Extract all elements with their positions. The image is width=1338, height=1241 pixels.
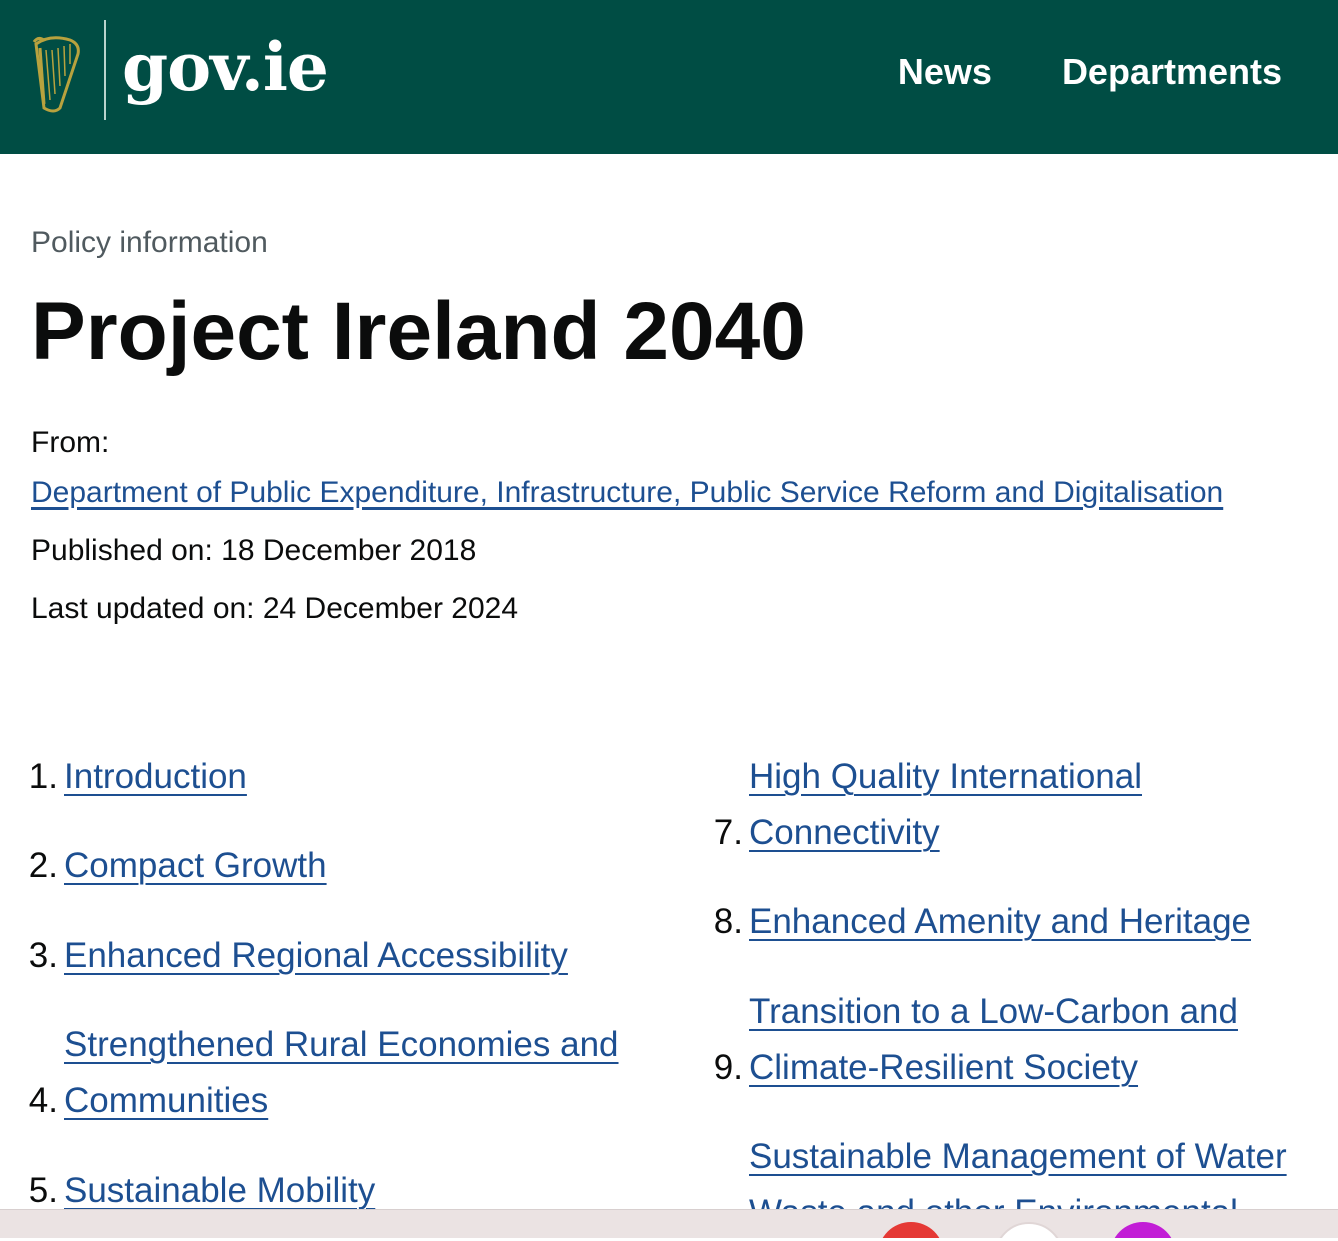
toc-link-line: Strengthened Rural Economies and <box>64 1025 619 1064</box>
toc-link-international-connectivity[interactable]: High Quality International Connectivity <box>749 749 1142 861</box>
department-link[interactable]: Department of Public Expenditure, Infras… <box>31 476 1223 510</box>
toc-number: 3. <box>28 936 58 975</box>
toc-link-line: Connectivity <box>749 813 940 852</box>
toc-number: 7. <box>713 813 743 852</box>
bottom-toolbar <box>0 1209 1338 1238</box>
toc-link-low-carbon[interactable]: Transition to a Low-Carbon and Climate-R… <box>749 984 1238 1096</box>
toc-link-line: Transition to a Low-Carbon and <box>749 992 1238 1031</box>
toc-link-compact-growth[interactable]: Compact Growth <box>64 838 327 894</box>
content-type-label: Policy information <box>31 226 268 259</box>
toc-link-rural-economies[interactable]: Strengthened Rural Economies and Communi… <box>64 1017 619 1129</box>
nav-departments-link[interactable]: Departments <box>1062 46 1282 98</box>
site-logo-link[interactable]: gov.ie <box>122 22 329 112</box>
nav-news-link[interactable]: News <box>898 46 992 98</box>
toc-item: 1. Introduction <box>24 749 247 805</box>
published-date: Published on: 18 December 2018 <box>31 534 477 567</box>
red-circle-icon[interactable] <box>878 1222 944 1238</box>
site-header: gov.ie News Departments <box>0 0 1338 154</box>
main-nav: News Departments <box>898 46 1282 98</box>
last-updated-date: Last updated on: 24 December 2024 <box>31 592 519 625</box>
toc-item: 4. Strengthened Rural Economies and Comm… <box>24 1017 619 1129</box>
toc-link-line: Climate-Resilient Society <box>749 1048 1139 1087</box>
from-label: From: <box>31 426 110 459</box>
toc-link-amenity-heritage[interactable]: Enhanced Amenity and Heritage <box>749 894 1251 950</box>
purple-circle-icon[interactable] <box>1110 1222 1176 1238</box>
toc-item: 2. Compact Growth <box>24 838 327 894</box>
page-title: Project Ireland 2040 <box>31 286 806 377</box>
toc-number: 9. <box>713 1048 743 1087</box>
white-circle-icon[interactable] <box>994 1222 1064 1238</box>
toc-link-regional-accessibility[interactable]: Enhanced Regional Accessibility <box>64 928 568 984</box>
toc-number: 2. <box>28 846 58 885</box>
toc-item: 7. High Quality International Connectivi… <box>705 749 1142 861</box>
toc-link-introduction[interactable]: Introduction <box>64 749 247 805</box>
toc-number: 4. <box>28 1081 58 1120</box>
toc-number: 8. <box>713 902 743 941</box>
toc-item: 9. Transition to a Low-Carbon and Climat… <box>705 984 1238 1096</box>
toc-link-line: High Quality International <box>749 757 1142 796</box>
toc-item: 8. Enhanced Amenity and Heritage <box>705 894 1251 950</box>
toc-link-line: Sustainable Management of Water <box>749 1137 1287 1176</box>
toc-number: 1. <box>28 757 58 796</box>
toc-link-line: Communities <box>64 1081 269 1120</box>
harp-logo-icon[interactable] <box>30 34 82 114</box>
toc-item: 3. Enhanced Regional Accessibility <box>24 928 568 984</box>
header-divider <box>104 20 106 120</box>
